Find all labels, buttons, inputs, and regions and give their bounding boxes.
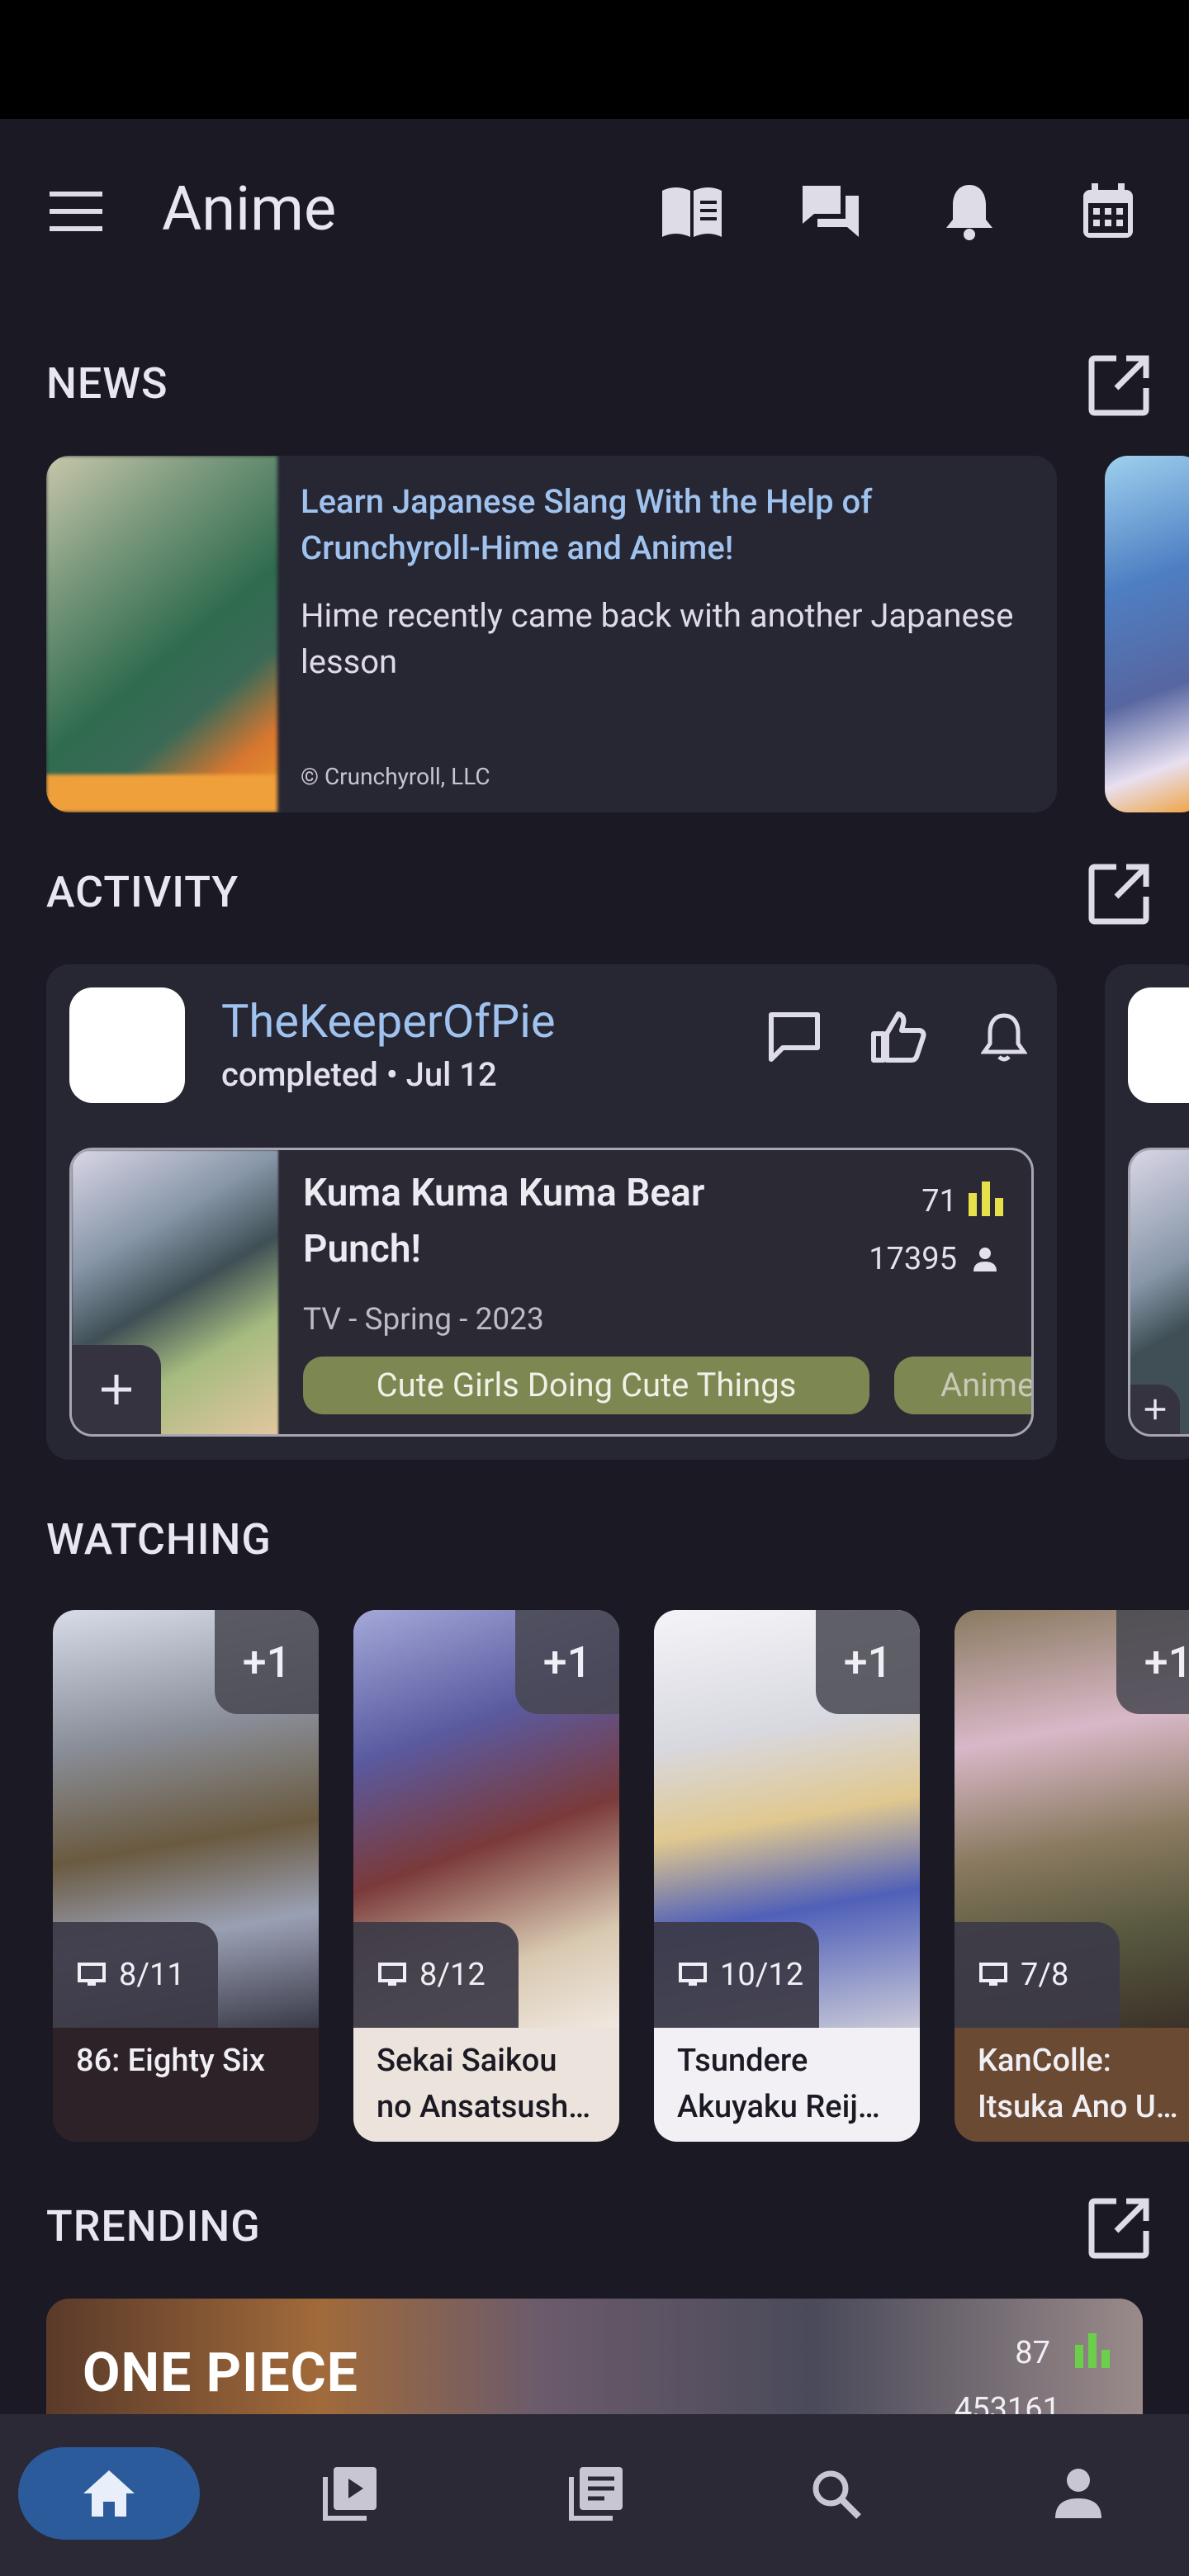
news-description: Hime recently came back with another Jap… xyxy=(301,596,1014,681)
notifications-icon[interactable] xyxy=(933,175,1006,248)
increment-button[interactable]: +1 xyxy=(1116,1610,1189,1714)
news-section-title: NEWS xyxy=(46,358,168,409)
trending-title: ONE PIECE xyxy=(83,2342,358,2405)
calendar-icon[interactable] xyxy=(1072,175,1144,248)
tv-icon xyxy=(979,1963,1007,1986)
watching-card[interactable]: +1 10/12 Tsundere Akuyaku Reijou Liselot… xyxy=(654,1610,920,2142)
person-icon xyxy=(973,1248,997,1271)
progress-badge: 7/8 xyxy=(955,1922,1120,2028)
progress-badge: 8/12 xyxy=(353,1922,519,2028)
score-bars-icon xyxy=(969,1181,1003,1216)
media-title[interactable]: Kuma Kuma Kuma Bear Punch! xyxy=(303,1165,798,1277)
add-icon[interactable] xyxy=(72,1345,161,1434)
news-copyright: © Crunchyroll, LLC xyxy=(301,763,490,790)
progress-text: 8/11 xyxy=(119,1957,185,1993)
forum-icon[interactable] xyxy=(794,175,867,248)
increment-button[interactable]: +1 xyxy=(515,1610,619,1714)
news-card[interactable]: Learn Japanese Slang With the Help of Cr… xyxy=(46,456,1057,812)
tv-icon xyxy=(378,1963,406,1986)
watching-card[interactable]: +1 8/12 Sekai Saikou no Ansatsusha, Isek… xyxy=(353,1610,619,2142)
like-icon[interactable] xyxy=(864,1002,933,1072)
news-card-next[interactable] xyxy=(1105,456,1189,812)
score-bars-icon xyxy=(1075,2333,1110,2368)
trending-card[interactable]: ONE PIECE 87 453161 xyxy=(46,2299,1143,2414)
menu-icon[interactable] xyxy=(50,190,102,233)
watching-title: Sekai Saikou no Ansatsusha, Isekai Kizok… xyxy=(377,2043,593,2125)
app-bar: Anime xyxy=(0,119,1189,304)
open-in-new-icon[interactable] xyxy=(1088,2196,1151,2259)
media-popularity: 17395 xyxy=(869,1241,957,1277)
progress-text: 7/8 xyxy=(1021,1957,1069,1993)
media-score: 71 xyxy=(921,1183,957,1219)
activity-card-next[interactable] xyxy=(1105,964,1189,1460)
progress-badge: 10/12 xyxy=(654,1922,819,2028)
increment-button[interactable]: +1 xyxy=(215,1610,319,1714)
progress-text: 10/12 xyxy=(720,1957,804,1993)
open-in-new-icon[interactable] xyxy=(1088,862,1151,925)
watching-section-title: WATCHING xyxy=(46,1514,272,1565)
watching-title: Tsundere Akuyaku Reijou Liselotte to Jik… xyxy=(677,2043,893,2125)
progress-text: 8/12 xyxy=(419,1957,486,1993)
tag-chip[interactable]: Cute Girls Doing Cute Things xyxy=(303,1357,869,1414)
video-library-icon[interactable] xyxy=(259,2447,441,2540)
search-icon[interactable] xyxy=(745,2447,926,2540)
app-title: Anime xyxy=(162,173,337,245)
trending-popularity: 453161 xyxy=(954,2391,1060,2414)
watching-card[interactable]: +1 8/11 86: Eighty Six xyxy=(53,1610,319,2142)
activity-section-title: ACTIVITY xyxy=(46,867,239,917)
notifications-outline-icon[interactable] xyxy=(969,1002,1039,1072)
profile-icon[interactable] xyxy=(988,2447,1169,2540)
activity-card[interactable]: TheKeeperOfPie completed • Jul 12 Kuma K… xyxy=(46,964,1057,1460)
manga-book-icon[interactable] xyxy=(656,175,728,248)
home-icon[interactable] xyxy=(18,2447,200,2540)
bottom-navigation xyxy=(0,2414,1189,2576)
avatar[interactable] xyxy=(69,987,185,1103)
watching-title: 86: Eighty Six xyxy=(76,2043,265,2079)
activity-status: completed • Jul 12 xyxy=(221,1055,497,1094)
news-title[interactable]: Learn Japanese Slang With the Help of Cr… xyxy=(301,479,1027,571)
status-bar xyxy=(0,0,1189,119)
library-books-icon[interactable] xyxy=(505,2447,687,2540)
progress-badge: 8/11 xyxy=(53,1922,218,2028)
media-meta: TV - Spring - 2023 xyxy=(303,1302,544,1338)
increment-button[interactable]: +1 xyxy=(816,1610,920,1714)
watching-title: KanColle: Itsuka Ano Umi de xyxy=(978,2043,1189,2125)
news-thumbnail xyxy=(46,456,277,812)
comment-icon[interactable] xyxy=(760,1002,829,1072)
tv-icon xyxy=(679,1963,707,1986)
tv-icon xyxy=(78,1963,106,1986)
activity-username[interactable]: TheKeeperOfPie xyxy=(221,994,556,1049)
trending-section-title: TRENDING xyxy=(46,2201,261,2252)
open-in-new-icon[interactable] xyxy=(1088,353,1151,416)
trending-score: 87 xyxy=(1015,2335,1050,2371)
tag-chip[interactable]: Anime xyxy=(894,1357,1031,1414)
activity-media-card[interactable]: Kuma Kuma Kuma Bear Punch! TV - Spring -… xyxy=(69,1148,1034,1437)
watching-card[interactable]: +1 7/8 KanColle: Itsuka Ano Umi de xyxy=(955,1610,1189,2142)
